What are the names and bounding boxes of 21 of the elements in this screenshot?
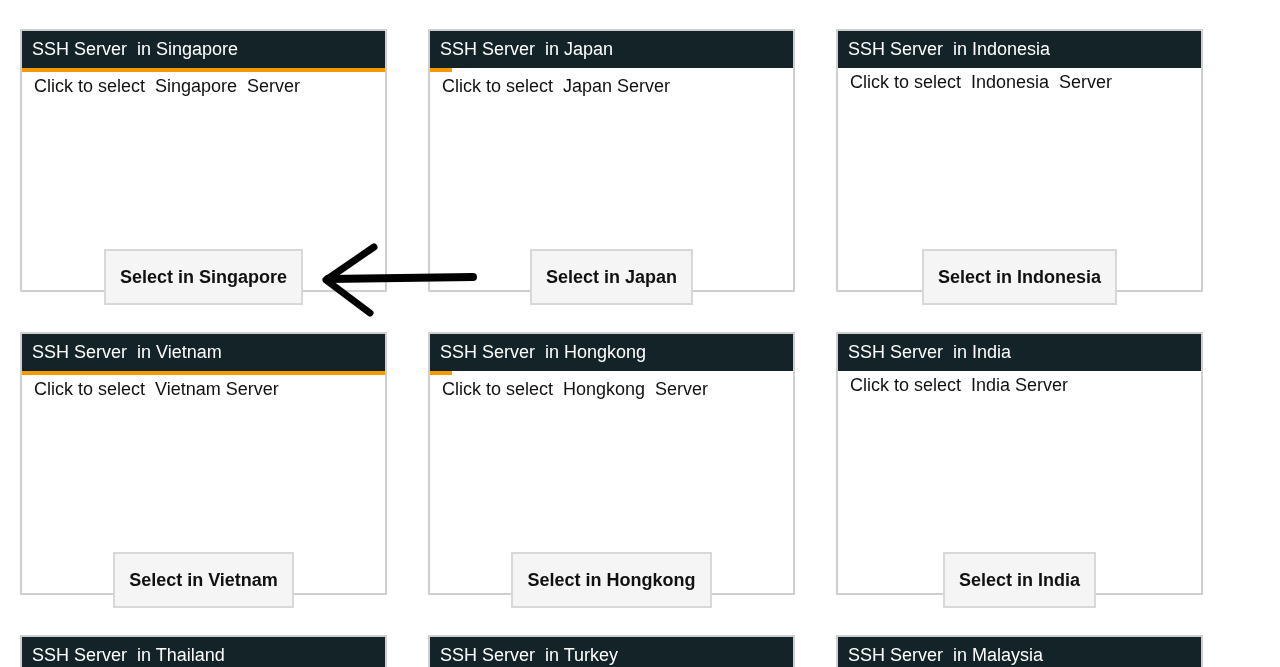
- select-button[interactable]: Select in Hongkong: [511, 552, 712, 608]
- card-description: Click to select Vietnam Server: [34, 379, 280, 400]
- card-title: SSH Server in Indonesia: [838, 31, 1201, 68]
- select-button[interactable]: Select in Indonesia: [921, 249, 1117, 305]
- card-title: SSH Server in Hongkong: [430, 334, 793, 371]
- select-button[interactable]: Select in India: [942, 552, 1096, 608]
- select-button[interactable]: Select in Japan: [529, 249, 694, 305]
- select-button[interactable]: Select in Singapore: [103, 249, 303, 305]
- card-description: Click to select Indonesia Server: [850, 72, 1114, 93]
- card-description: Click to select Singapore Server: [34, 76, 302, 97]
- card-title: SSH Server in Turkey: [430, 637, 793, 667]
- card-description: Click to select Hongkong Server: [442, 379, 710, 400]
- card-title: SSH Server in Japan: [430, 31, 793, 68]
- card-title: SSH Server in Singapore: [22, 31, 385, 68]
- card-title: SSH Server in Malaysia: [838, 637, 1201, 667]
- card-title: SSH Server in Vietnam: [22, 334, 385, 371]
- select-button[interactable]: Select in Vietnam: [113, 552, 294, 608]
- card-description: Click to select Japan Server: [442, 76, 672, 97]
- card-title: SSH Server in Thailand: [22, 637, 385, 667]
- card-description: Click to select India Server: [850, 375, 1070, 396]
- card-title: SSH Server in India: [838, 334, 1201, 371]
